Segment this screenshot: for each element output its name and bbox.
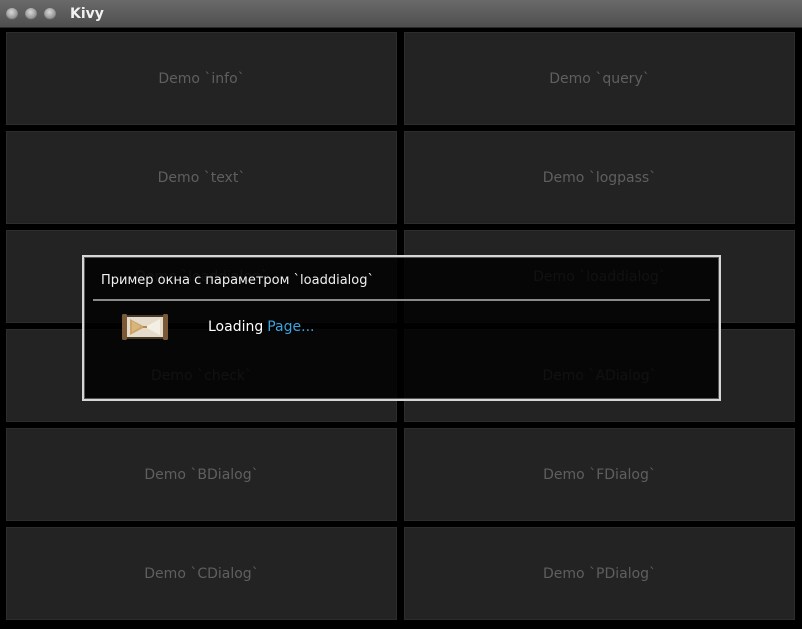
hourglass-icon [122,314,168,340]
title-bar: Kivy [0,0,802,28]
loading-dialog: Пример окна с параметром `loaddialog` Lo… [82,255,721,401]
dialog-title: Пример окна с параметром `loaddialog` [101,273,374,288]
minimize-window-button[interactable] [25,8,37,20]
loading-status: Loading Page... [208,319,314,335]
window-title: Kivy [70,6,104,22]
loading-label: Loading [208,319,264,335]
close-window-button[interactable] [6,8,18,20]
loading-target: Page... [267,319,315,335]
dialog-divider [93,299,710,301]
maximize-window-button[interactable] [44,8,56,20]
